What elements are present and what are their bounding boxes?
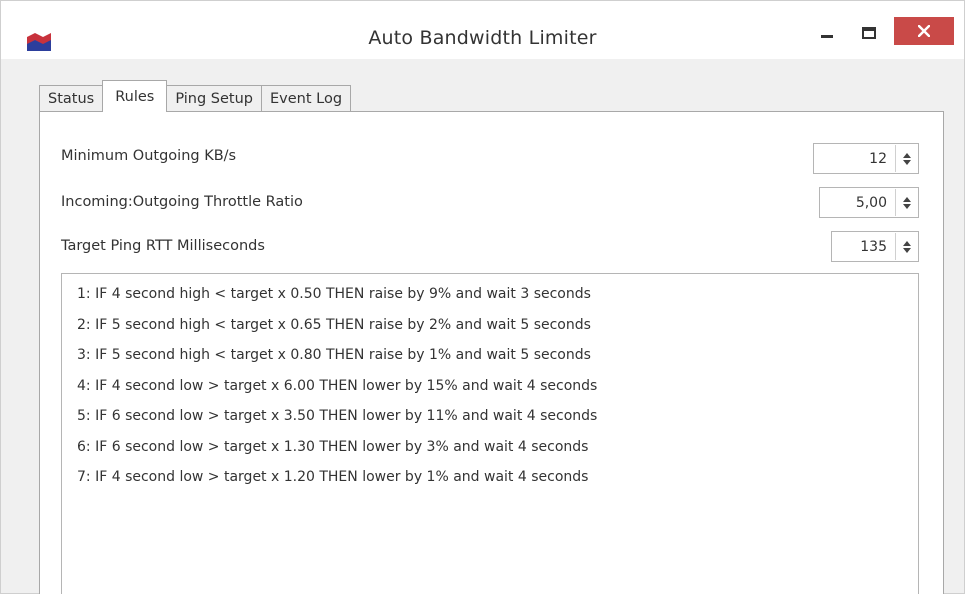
target-ping-label: Target Ping RTT Milliseconds <box>61 238 265 254</box>
rule-item[interactable]: 1: IF 4 second high < target x 0.50 THEN… <box>77 286 918 317</box>
arrow-up-icon[interactable] <box>902 152 911 158</box>
maximize-icon <box>862 27 876 39</box>
throttle-ratio-stepper[interactable] <box>895 189 917 216</box>
min-outgoing-stepper[interactable] <box>895 145 917 172</box>
throttle-ratio-label: Incoming:Outgoing Throttle Ratio <box>61 194 303 210</box>
throttle-ratio-value[interactable]: 5,00 <box>820 195 895 211</box>
rules-list[interactable]: 1: IF 4 second high < target x 0.50 THEN… <box>61 273 919 594</box>
arrow-down-icon[interactable] <box>902 159 911 165</box>
rule-item[interactable]: 2: IF 5 second high < target x 0.65 THEN… <box>77 317 918 348</box>
min-outgoing-spinner[interactable]: 12 <box>813 143 919 174</box>
minimize-button[interactable] <box>807 17 847 49</box>
min-outgoing-value[interactable]: 12 <box>814 151 895 167</box>
arrow-down-icon[interactable] <box>902 203 911 209</box>
app-window: Auto Bandwidth Limiter Status Rules Ping… <box>0 0 965 594</box>
close-button[interactable] <box>894 17 954 45</box>
tab-rules[interactable]: Rules <box>102 80 168 112</box>
rule-item[interactable]: 7: IF 4 second low > target x 1.20 THEN … <box>77 469 918 500</box>
tab-strip: Status Rules Ping Setup Event Log <box>39 80 352 112</box>
minimize-icon <box>821 34 833 38</box>
title-bar[interactable]: Auto Bandwidth Limiter <box>1 1 964 59</box>
tab-status[interactable]: Status <box>39 85 104 112</box>
target-ping-stepper[interactable] <box>895 233 917 260</box>
close-icon <box>918 25 930 37</box>
min-outgoing-label: Minimum Outgoing KB/s <box>61 148 237 164</box>
arrow-up-icon[interactable] <box>902 196 911 202</box>
maximize-button[interactable] <box>849 17 889 49</box>
rule-item[interactable]: 4: IF 4 second low > target x 6.00 THEN … <box>77 378 918 409</box>
arrow-up-icon[interactable] <box>902 240 911 246</box>
arrow-down-icon[interactable] <box>902 247 911 253</box>
rule-item[interactable]: 6: IF 6 second low > target x 1.30 THEN … <box>77 439 918 470</box>
target-ping-value[interactable]: 135 <box>832 239 895 255</box>
throttle-ratio-spinner[interactable]: 5,00 <box>819 187 919 218</box>
target-ping-spinner[interactable]: 135 <box>831 231 919 262</box>
tab-ping-setup[interactable]: Ping Setup <box>166 85 263 112</box>
tab-event-log[interactable]: Event Log <box>261 85 352 112</box>
rule-item[interactable]: 3: IF 5 second high < target x 0.80 THEN… <box>77 347 918 378</box>
rule-item[interactable]: 5: IF 6 second low > target x 3.50 THEN … <box>77 408 918 439</box>
